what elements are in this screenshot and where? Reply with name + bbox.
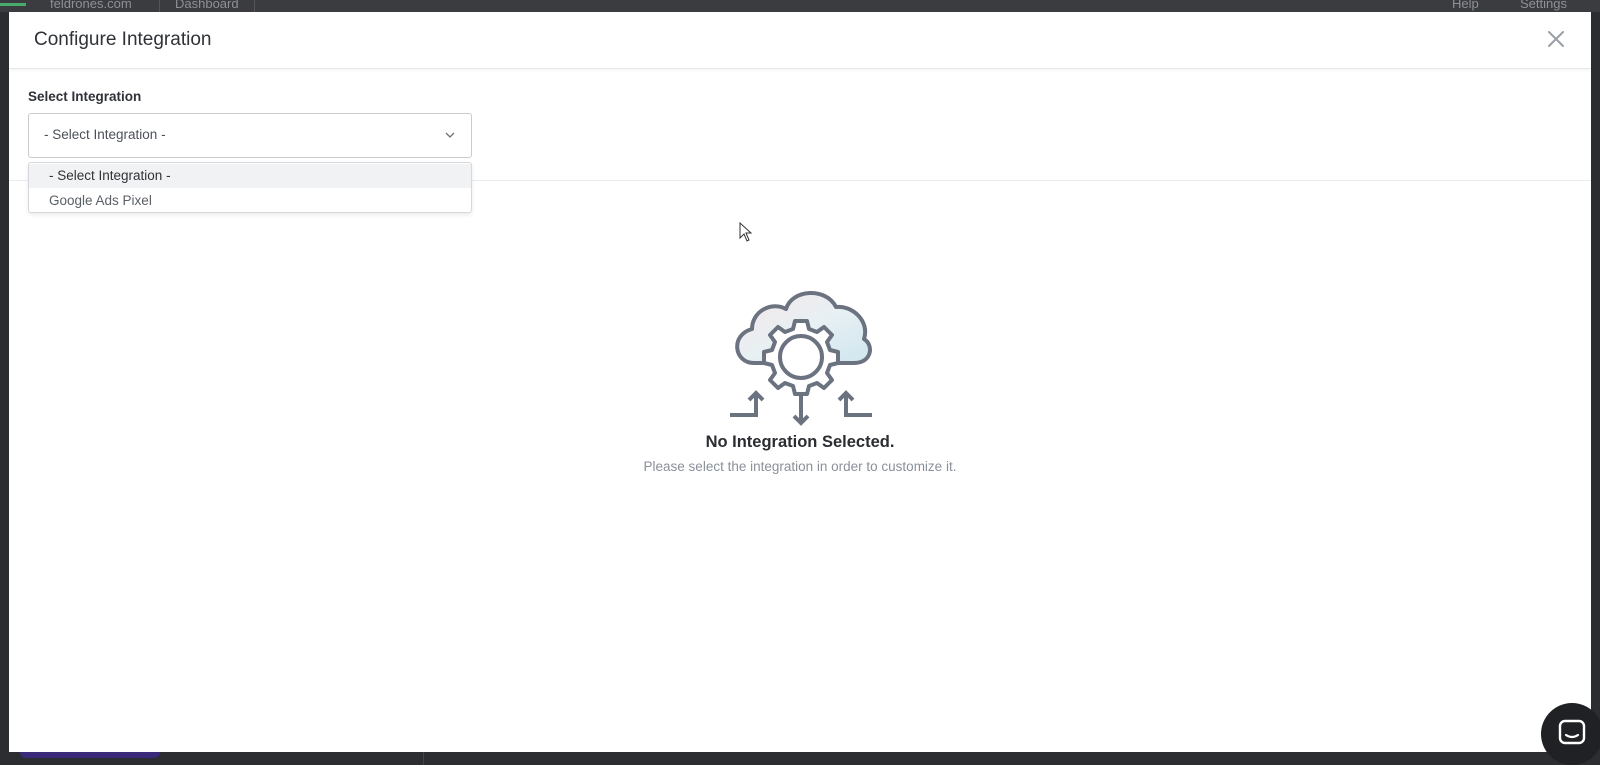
background-topbar: feldrones.com Dashboard Help Settings (0, 0, 1600, 12)
background-footer (0, 752, 1600, 765)
topbar-divider (159, 0, 160, 12)
mouse-cursor-icon (739, 222, 753, 242)
empty-state-description: Please select the integration in order t… (643, 459, 957, 474)
dropdown-option-google-ads-pixel[interactable]: Google Ads Pixel (29, 189, 471, 213)
settings-menu: Settings (1520, 0, 1567, 11)
modal-title: Configure Integration (34, 29, 212, 50)
configure-integration-modal: Configure Integration Select Integration… (9, 12, 1591, 752)
integration-dropdown-list: - Select Integration - Google Ads Pixel (28, 162, 472, 213)
dashboard-tab: Dashboard (175, 0, 239, 11)
chevron-down-icon (445, 132, 455, 138)
background-button (20, 752, 160, 758)
modal-header: Configure Integration (9, 12, 1591, 69)
background-sidebar (0, 12, 9, 752)
menu-icon (0, 3, 26, 6)
empty-state-title: No Integration Selected. (705, 433, 895, 451)
integration-select-value: - Select Integration - (44, 127, 166, 142)
site-selector: feldrones.com (50, 0, 132, 11)
help-menu: Help (1452, 0, 1479, 11)
chat-launcher-button[interactable] (1541, 703, 1600, 765)
integration-select[interactable]: - Select Integration - (28, 113, 472, 158)
chat-icon (1558, 719, 1586, 745)
close-icon (1548, 31, 1564, 47)
close-button[interactable] (1545, 28, 1567, 50)
select-integration-label: Select Integration (28, 89, 142, 104)
topbar-divider (254, 0, 255, 12)
cloud-gear-icon (730, 291, 872, 426)
background-divider (423, 752, 424, 765)
dropdown-option-select-integration[interactable]: - Select Integration - (29, 164, 471, 188)
